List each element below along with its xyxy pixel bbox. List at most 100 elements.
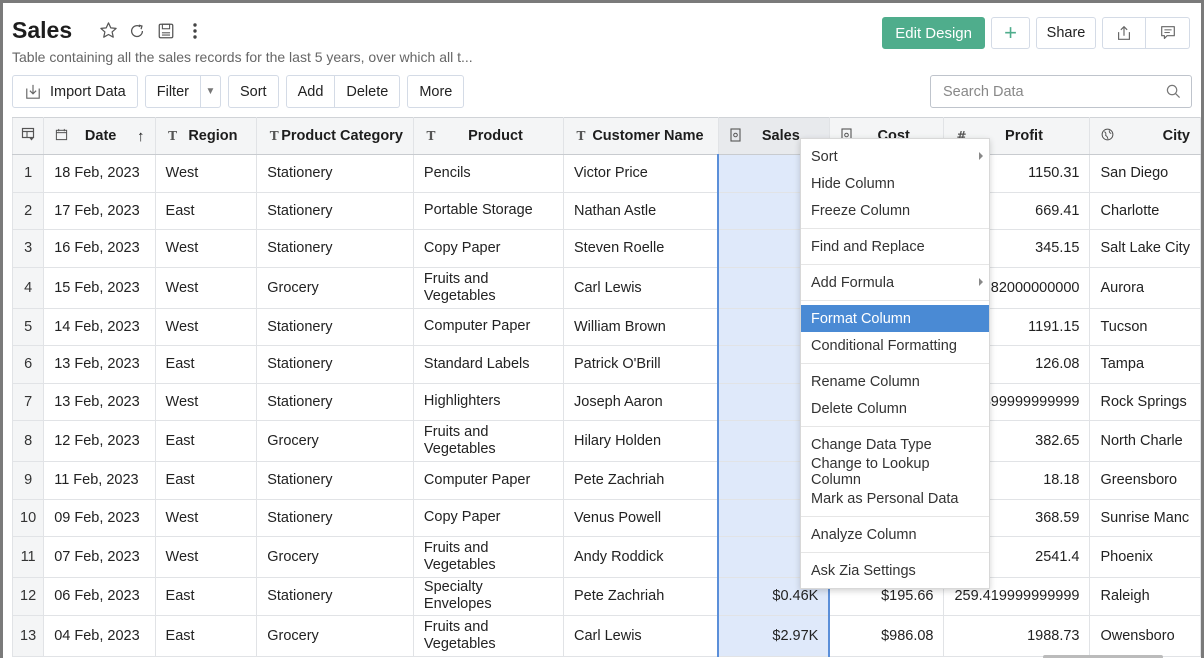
row-number[interactable]: 10: [11, 498, 45, 537]
menu-item-conditional-formatting[interactable]: Conditional Formatting: [801, 332, 989, 359]
table-row[interactable]: 13 04 Feb, 2023 East Grocery Fruits and Vege…: [11, 614, 1201, 657]
cell-customer-name[interactable]: Steven Roelle: [563, 229, 719, 268]
cell-city[interactable]: Tucson: [1089, 307, 1201, 346]
cell-product[interactable]: Highlighters: [412, 382, 565, 421]
menu-item-freeze-column[interactable]: Freeze Column: [801, 197, 989, 224]
cell-date[interactable]: 16 Feb, 2023: [43, 229, 156, 268]
cell-city[interactable]: San Diego: [1089, 154, 1201, 193]
menu-item-delete-column[interactable]: Delete Column: [801, 395, 989, 422]
star-icon[interactable]: [98, 21, 118, 41]
column-header-region[interactable]: T Region: [154, 117, 258, 155]
cell-date[interactable]: 14 Feb, 2023: [43, 307, 156, 346]
menu-item-change-data-type[interactable]: Change Data Type: [801, 431, 989, 458]
cell-product[interactable]: Specialty Envelopes: [412, 577, 565, 616]
table-row[interactable]: 2 17 Feb, 2023 East Stationery Portable Stor…: [11, 191, 1201, 230]
cell-region[interactable]: West: [154, 498, 258, 537]
cell-product[interactable]: Copy Paper: [412, 229, 565, 268]
cell-region[interactable]: West: [154, 536, 258, 578]
table-row[interactable]: 12 06 Feb, 2023 East Stationery Specialty En…: [11, 577, 1201, 616]
row-number[interactable]: 9: [11, 461, 45, 500]
row-number[interactable]: 4: [11, 266, 45, 309]
cell-customer-name[interactable]: Pete Zachriah: [563, 577, 719, 616]
menu-item-ask-zia-settings[interactable]: Ask Zia Settings: [801, 557, 989, 584]
table-row[interactable]: 9 11 Feb, 2023 East Stationery Computer Pape…: [11, 461, 1201, 500]
cell-product-category[interactable]: Stationery: [256, 461, 414, 500]
cell-region[interactable]: East: [154, 577, 258, 616]
row-number[interactable]: 8: [11, 420, 45, 462]
row-number[interactable]: 1: [11, 154, 45, 193]
row-number[interactable]: 2: [11, 191, 45, 230]
cell-customer-name[interactable]: Patrick O'Brill: [563, 345, 719, 384]
row-number[interactable]: 13: [11, 614, 45, 657]
cell-customer-name[interactable]: Venus Powell: [563, 498, 719, 537]
cell-city[interactable]: Aurora: [1089, 266, 1201, 309]
cell-city[interactable]: Owensboro: [1089, 614, 1201, 657]
cell-product[interactable]: Pencils: [412, 154, 565, 193]
cell-product-category[interactable]: Stationery: [256, 307, 414, 346]
table-row[interactable]: 4 15 Feb, 2023 West Grocery Fruits and Veget…: [11, 266, 1201, 309]
cell-product-category[interactable]: Stationery: [256, 154, 414, 193]
column-header-customer-name[interactable]: T Customer Name: [563, 117, 719, 155]
cell-customer-name[interactable]: Joseph Aaron: [563, 382, 719, 421]
save-icon[interactable]: [156, 21, 176, 41]
cell-product[interactable]: Copy Paper: [412, 498, 565, 537]
cell-product[interactable]: Portable Storage: [412, 191, 565, 230]
more-vertical-icon[interactable]: [185, 21, 205, 41]
cell-customer-name[interactable]: Carl Lewis: [563, 266, 719, 309]
cell-product-category[interactable]: Grocery: [256, 266, 414, 309]
cell-date[interactable]: 13 Feb, 2023: [43, 382, 156, 421]
cell-product[interactable]: Fruits and Vegetables: [412, 420, 565, 462]
sort-ascending-icon[interactable]: ↑: [137, 128, 145, 145]
cell-product-category[interactable]: Grocery: [256, 536, 414, 578]
edit-design-button[interactable]: Edit Design: [882, 17, 985, 49]
row-number[interactable]: 12: [11, 577, 45, 616]
column-header-product-category[interactable]: T Product Category: [256, 117, 414, 155]
menu-item-analyze-column[interactable]: Analyze Column: [801, 521, 989, 548]
cell-product-category[interactable]: Stationery: [256, 191, 414, 230]
cell-customer-name[interactable]: Pete Zachriah: [563, 461, 719, 500]
delete-row-button[interactable]: Delete: [335, 75, 401, 108]
cell-cost[interactable]: $986.08: [828, 614, 945, 657]
table-row[interactable]: 11 07 Feb, 2023 West Grocery Fruits and Vege…: [11, 536, 1201, 578]
cell-product-category[interactable]: Stationery: [256, 229, 414, 268]
cell-customer-name[interactable]: Carl Lewis: [563, 614, 719, 657]
menu-item-format-column[interactable]: Format Column: [801, 305, 989, 332]
cell-customer-name[interactable]: Hilary Holden: [563, 420, 719, 462]
refresh-icon[interactable]: [127, 21, 147, 41]
cell-region[interactable]: East: [154, 614, 258, 657]
cell-region[interactable]: West: [154, 382, 258, 421]
cell-date[interactable]: 04 Feb, 2023: [43, 614, 156, 657]
cell-customer-name[interactable]: Victor Price: [563, 154, 719, 193]
cell-product-category[interactable]: Grocery: [256, 614, 414, 657]
cell-date[interactable]: 07 Feb, 2023: [43, 536, 156, 578]
cell-date[interactable]: 15 Feb, 2023: [43, 266, 156, 309]
cell-product-category[interactable]: Stationery: [256, 498, 414, 537]
cell-date[interactable]: 13 Feb, 2023: [43, 345, 156, 384]
cell-region[interactable]: West: [154, 154, 258, 193]
search-icon[interactable]: [1166, 84, 1181, 99]
filter-dropdown-button[interactable]: ▼: [200, 75, 221, 108]
row-number[interactable]: 11: [11, 536, 45, 578]
cell-region[interactable]: West: [154, 307, 258, 346]
cell-city[interactable]: Raleigh: [1089, 577, 1201, 616]
cell-date[interactable]: 06 Feb, 2023: [43, 577, 156, 616]
cell-date[interactable]: 11 Feb, 2023: [43, 461, 156, 500]
cell-product-category[interactable]: Stationery: [256, 382, 414, 421]
cell-city[interactable]: Phoenix: [1089, 536, 1201, 578]
cell-customer-name[interactable]: Andy Roddick: [563, 536, 719, 578]
cell-product-category[interactable]: Grocery: [256, 420, 414, 462]
cell-product[interactable]: Standard Labels: [412, 345, 565, 384]
cell-product[interactable]: Fruits and Vegetables: [412, 614, 565, 657]
cell-customer-name[interactable]: Nathan Astle: [563, 191, 719, 230]
cell-region[interactable]: East: [154, 461, 258, 500]
column-header-city[interactable]: City: [1089, 117, 1201, 155]
filter-button[interactable]: Filter: [144, 75, 201, 108]
row-number[interactable]: 6: [11, 345, 45, 384]
cell-date[interactable]: 18 Feb, 2023: [43, 154, 156, 193]
cell-product-category[interactable]: Stationery: [256, 345, 414, 384]
cell-profit[interactable]: 1988.73: [943, 614, 1091, 657]
cell-sales[interactable]: $2.97K: [717, 614, 831, 657]
table-row[interactable]: 7 13 Feb, 2023 West Stationery Highlighters J…: [11, 382, 1201, 421]
menu-item-change-to-lookup-column[interactable]: Change to Lookup Column: [801, 456, 989, 488]
cell-city[interactable]: Salt Lake City: [1089, 229, 1201, 268]
